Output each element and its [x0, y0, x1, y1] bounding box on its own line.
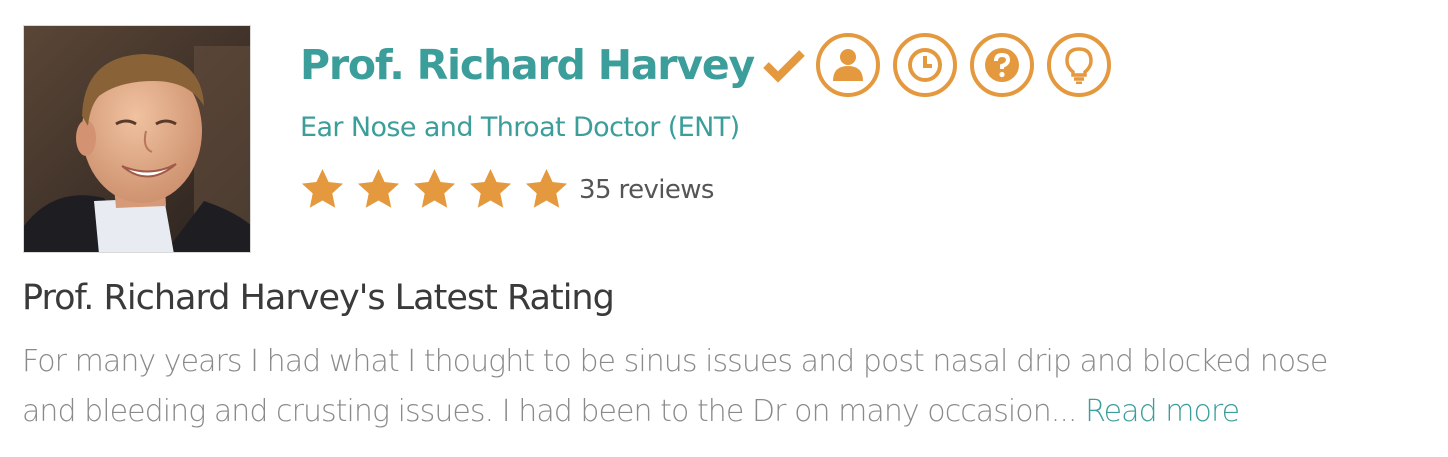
- reviews-count-link[interactable]: 35 reviews: [579, 175, 714, 205]
- star-icon: [469, 168, 512, 208]
- review-text-line-2: and bleeding and crusting issues. I had …: [22, 394, 1077, 429]
- clock-icon: [907, 48, 942, 82]
- user-badge-button[interactable]: [815, 33, 880, 97]
- star-rating: 35 reviews: [299, 166, 714, 213]
- doctor-photo[interactable]: [23, 25, 251, 253]
- star-icon: [413, 168, 456, 208]
- clock-badge-button[interactable]: [892, 33, 957, 97]
- star-icon: [301, 168, 344, 208]
- question-icon: [984, 48, 1019, 82]
- read-more-link[interactable]: Read more: [1085, 394, 1240, 429]
- doctor-specialty[interactable]: Ear Nose and Throat Doctor (ENT): [300, 112, 740, 143]
- star-icon: [525, 168, 568, 208]
- doctor-card: Prof. Richard Harvey Ear Nose and Throat…: [0, 0, 1448, 457]
- doctor-portrait-image: [24, 26, 250, 252]
- doctor-header: Prof. Richard Harvey: [300, 30, 1124, 100]
- review-line: and bleeding and crusting issues. I had …: [22, 387, 1442, 437]
- latest-rating-title: Prof. Richard Harvey's Latest Rating: [22, 278, 615, 318]
- review-line: For many years I had what I thought to b…: [22, 337, 1442, 387]
- doctor-name[interactable]: Prof. Richard Harvey: [300, 41, 755, 89]
- user-icon: [832, 49, 863, 81]
- lightbulb-badge-button[interactable]: [1046, 33, 1111, 97]
- lightbulb-icon: [1065, 47, 1093, 84]
- question-badge-button[interactable]: [969, 33, 1034, 97]
- review-text-line-1: For many years I had what I thought to b…: [22, 344, 1328, 379]
- star-icon: [357, 168, 400, 208]
- latest-review-excerpt: For many years I had what I thought to b…: [22, 337, 1442, 437]
- checkmark-icon: [763, 50, 805, 83]
